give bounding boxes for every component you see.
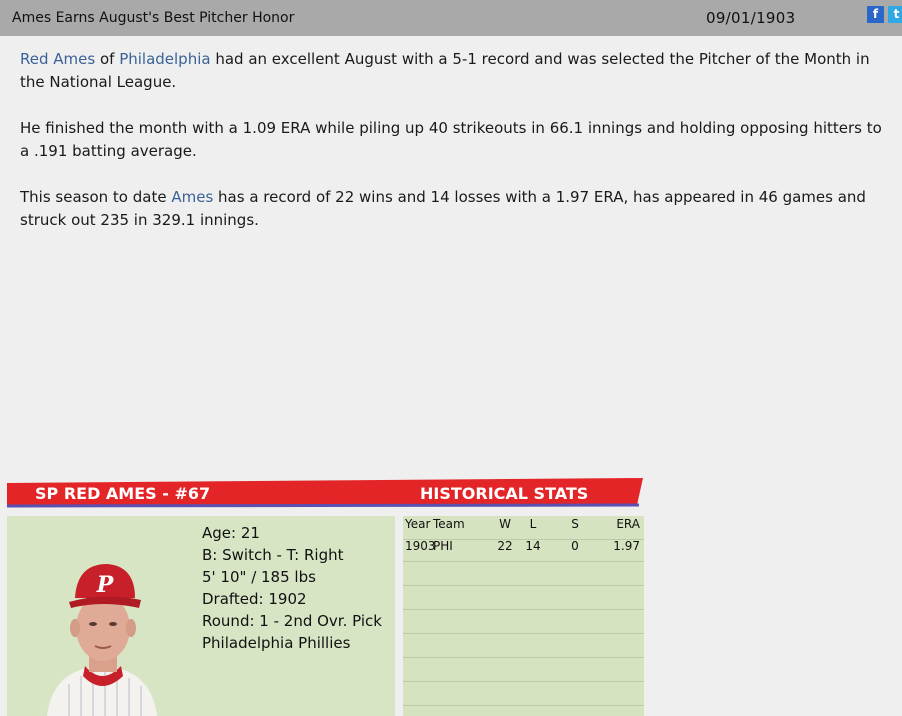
stats-header-row: Year Team W L S ERA <box>403 516 644 540</box>
article-text: This season to date <box>20 188 172 206</box>
col-saves: S <box>571 517 579 531</box>
player-bats-throws: B: Switch - T: Right <box>202 546 344 564</box>
cell-saves: 0 <box>571 539 579 553</box>
player-draft-round: Round: 1 - 2nd Ovr. Pick <box>202 612 382 630</box>
player-team-link[interactable]: Philadelphia Phillies <box>202 632 382 654</box>
article-paragraph: He finished the month with a 1.09 ERA wh… <box>20 119 882 160</box>
news-headline: Ames Earns August's Best Pitcher Honor <box>12 10 295 26</box>
cap-logo: P <box>96 572 115 598</box>
player-height-weight: 5' 10" / 185 lbs <box>202 568 316 586</box>
facebook-icon[interactable]: f <box>867 6 884 23</box>
historical-stats-table: Year Team W L S ERA 1903 PHI 22 14 0 1.9… <box>403 516 644 716</box>
historical-stats-heading: HISTORICAL STATS <box>420 484 589 503</box>
cell-wins: 22 <box>497 539 513 553</box>
col-team: Team <box>433 517 465 531</box>
table-row-empty <box>403 658 644 682</box>
player-drafted: Drafted: 1902 <box>202 590 307 608</box>
table-row[interactable]: 1903 PHI 22 14 0 1.97 <box>403 538 644 562</box>
cell-losses: 14 <box>525 539 541 553</box>
cell-era: 1.97 <box>613 539 640 553</box>
twitter-icon[interactable]: t <box>888 6 902 23</box>
article-paragraph: This season to date Ames has a record of… <box>20 186 892 232</box>
table-row-empty <box>403 682 644 706</box>
team-link[interactable]: Philadelphia <box>119 50 210 68</box>
news-date: 09/01/1903 <box>706 9 796 27</box>
news-article-body: Red Ames of Philadelphia had an excellen… <box>20 48 892 255</box>
col-wins: W <box>499 517 511 531</box>
col-losses: L <box>529 517 537 531</box>
table-row-empty <box>403 610 644 634</box>
player-avatar: P <box>47 564 157 716</box>
article-text: of <box>95 50 120 68</box>
news-title-bar: Ames Earns August's Best Pitcher Honor 0… <box>0 0 902 36</box>
col-era: ERA <box>616 517 640 531</box>
player-info-panel: P Age: 21 B: Switch - T: Right 5' 10" / … <box>7 516 395 716</box>
cell-team: PHI <box>433 539 453 553</box>
table-row-empty <box>403 562 644 586</box>
player-age: Age: 21 <box>202 524 260 542</box>
player-bio: Age: 21 B: Switch - T: Right 5' 10" / 18… <box>202 522 382 654</box>
article-paragraph: Red Ames of Philadelphia had an excellen… <box>20 48 892 94</box>
player-link[interactable]: Red Ames <box>20 50 95 68</box>
player-name-heading: SP RED AMES - #67 <box>35 484 211 503</box>
table-row-empty <box>403 634 644 658</box>
table-row-empty <box>403 586 644 610</box>
cell-year: 1903 <box>405 539 436 553</box>
player-link[interactable]: Ames <box>171 188 213 206</box>
col-year: Year <box>405 517 431 531</box>
